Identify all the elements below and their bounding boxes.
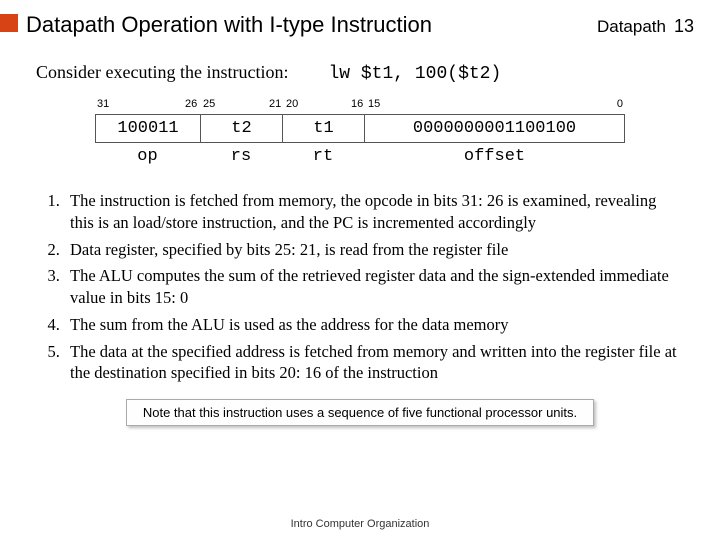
field-op-value: 100011: [96, 115, 201, 142]
step-item: The ALU computes the sum of the retrieve…: [64, 265, 684, 309]
footer-text: Intro Computer Organization: [0, 518, 720, 530]
section-label: Datapath: [597, 17, 666, 37]
bit-20: 20: [286, 98, 298, 110]
field-op-label: op: [95, 147, 200, 166]
instruction-format-table: 31 26 25 21 20 16 15 0 100011 t2 t1 0000…: [95, 98, 625, 166]
bit-labels: 31 26 25 21 20 16 15 0: [95, 98, 625, 114]
field-values: 100011 t2 t1 0000000001100100: [95, 114, 625, 143]
field-rs-value: t2: [201, 115, 283, 142]
note-box: Note that this instruction uses a sequen…: [126, 399, 594, 426]
header: Datapath Operation with I-type Instructi…: [26, 12, 694, 38]
page-number: 13: [674, 16, 694, 37]
field-labels: op rs rt offset: [95, 147, 625, 166]
bit-15: 15: [368, 98, 380, 110]
bit-16: 16: [351, 98, 363, 110]
field-offset-label: offset: [364, 147, 625, 166]
step-item: Data register, specified by bits 25: 21,…: [64, 239, 684, 261]
bit-0: 0: [617, 98, 623, 110]
consider-instruction: lw $t1, 100($t2): [328, 64, 501, 84]
bit-21: 21: [269, 98, 281, 110]
bit-26: 26: [185, 98, 197, 110]
field-rs-label: rs: [200, 147, 282, 166]
slide-content: Datapath Operation with I-type Instructi…: [0, 0, 720, 426]
page-title: Datapath Operation with I-type Instructi…: [26, 12, 597, 38]
field-rt-value: t1: [283, 115, 365, 142]
step-item: The data at the specified address is fet…: [64, 341, 684, 385]
bit-25: 25: [203, 98, 215, 110]
steps-list: The instruction is fetched from memory, …: [64, 190, 684, 384]
consider-prefix: Consider executing the instruction:: [36, 62, 288, 83]
note-row: Note that this instruction uses a sequen…: [26, 399, 694, 426]
accent-box: [0, 14, 18, 32]
step-item: The instruction is fetched from memory, …: [64, 190, 684, 234]
field-rt-label: rt: [282, 147, 364, 166]
step-item: The sum from the ALU is used as the addr…: [64, 314, 684, 336]
consider-row: Consider executing the instruction: lw $…: [36, 62, 694, 84]
bit-31: 31: [97, 98, 109, 110]
field-offset-value: 0000000001100100: [365, 115, 624, 142]
